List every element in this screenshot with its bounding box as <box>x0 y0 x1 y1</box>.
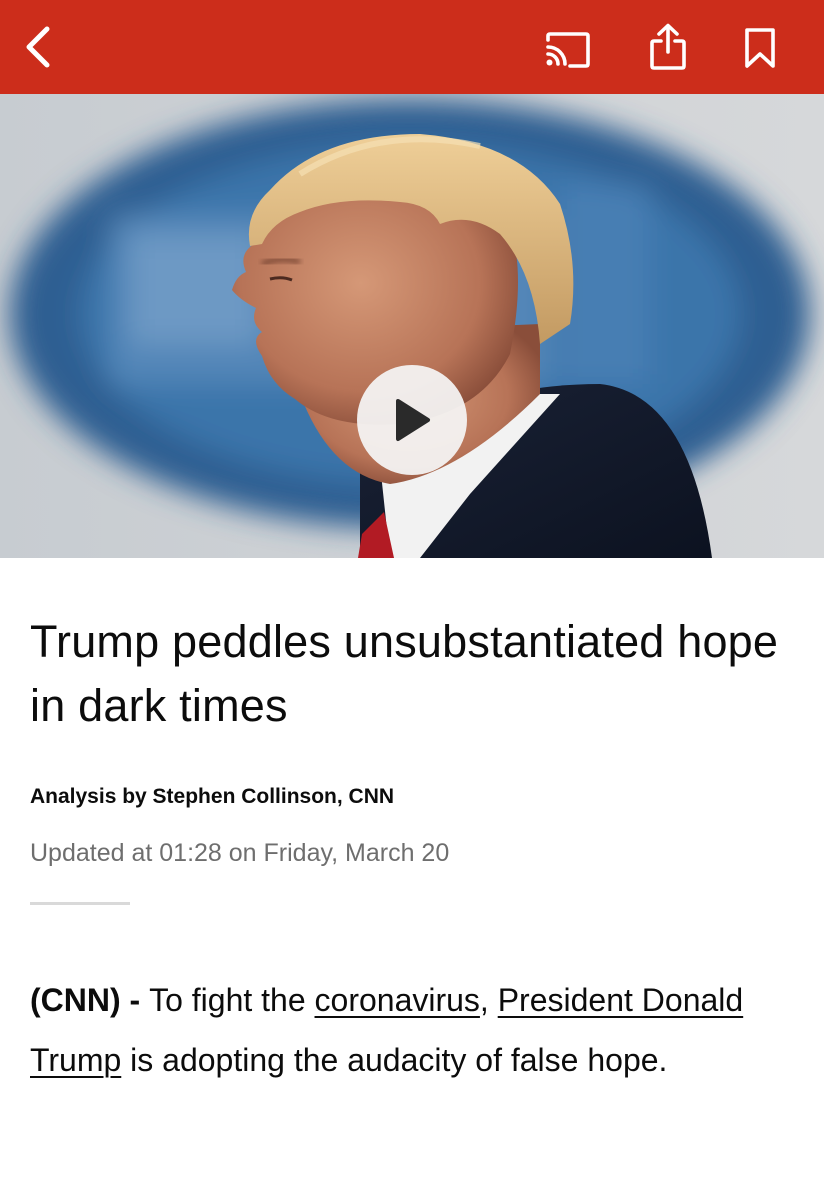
article-lead-paragraph: (CNN) - To fight the coronavirus, Presid… <box>30 970 800 1090</box>
source-tag: (CNN) <box>30 982 121 1018</box>
hero-photo <box>0 94 824 558</box>
cast-button[interactable] <box>538 24 596 76</box>
play-icon <box>396 399 430 441</box>
back-button[interactable] <box>14 20 62 74</box>
cast-icon <box>546 32 590 68</box>
play-button[interactable] <box>357 365 467 475</box>
hero-video[interactable] <box>0 94 824 558</box>
article-screen: Trump peddles unsubstantiated hope in da… <box>0 0 824 1200</box>
lead-text: , <box>479 982 498 1018</box>
bookmark-button[interactable] <box>734 20 786 76</box>
share-button[interactable] <box>642 18 694 76</box>
share-icon <box>650 23 686 70</box>
coronavirus-link[interactable]: coronavirus <box>315 982 480 1018</box>
top-bar <box>0 0 824 94</box>
lead-text: is adopting the audacity of false hope. <box>121 1042 668 1078</box>
bookmark-icon <box>745 28 775 68</box>
article-headline: Trump peddles unsubstantiated hope in da… <box>30 616 779 731</box>
article-byline: Analysis by Stephen Collinson, CNN <box>30 785 395 808</box>
source-dash: - <box>120 982 150 1018</box>
chevron-left-icon <box>26 26 50 68</box>
divider <box>30 902 130 905</box>
lead-text: To fight the <box>149 982 315 1018</box>
article-timestamp: Updated at 01:28 on Friday, March 20 <box>30 839 450 867</box>
